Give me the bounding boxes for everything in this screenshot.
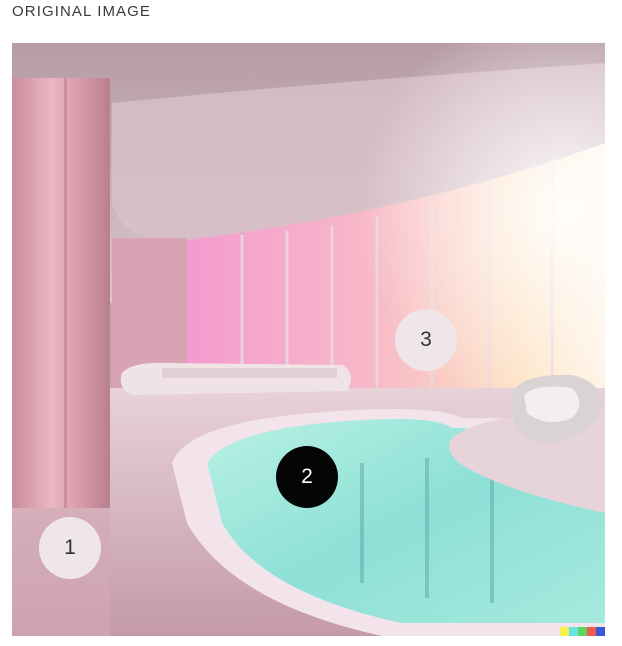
region-marker-3[interactable]: 3 xyxy=(395,309,457,371)
image-caption: ORIGINAL IMAGE xyxy=(12,3,152,20)
watermark-palette xyxy=(560,627,605,636)
watermark-swatch xyxy=(560,627,569,636)
watermark-swatch xyxy=(587,627,596,636)
watermark-swatch xyxy=(578,627,587,636)
region-marker-1[interactable]: 1 xyxy=(39,517,101,579)
region-marker-2[interactable]: 2 xyxy=(276,446,338,508)
watermark-swatch xyxy=(569,627,578,636)
watermark-swatch xyxy=(596,627,605,636)
